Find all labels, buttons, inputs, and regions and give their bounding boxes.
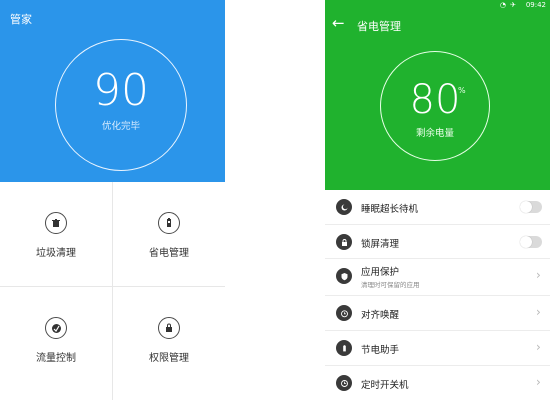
list-item-sleep-standby[interactable]	[325, 190, 550, 224]
row-title: 锁屏清理	[361, 239, 400, 250]
chevron-right-icon: ›	[536, 305, 541, 319]
timer-power-icon	[336, 375, 352, 391]
sleep-icon	[336, 199, 352, 215]
status-time: 09:42	[525, 1, 546, 9]
tile-label: 垃圾清理	[36, 248, 76, 259]
tile-label: 省电管理	[149, 248, 189, 259]
score-label: 优化完毕	[101, 121, 140, 132]
row-title: 节电助手	[361, 345, 400, 356]
back-arrow-icon[interactable]: ←	[332, 14, 345, 32]
trash-icon	[45, 212, 67, 234]
battery-value: 80	[409, 77, 461, 123]
airplane-icon: ✈	[510, 1, 516, 9]
tile-traffic-control[interactable]	[0, 287, 112, 400]
wifi-icon: ◔	[499, 1, 506, 9]
traffic-icon	[45, 317, 67, 339]
row-title: 应用保护	[361, 267, 400, 278]
list-item-app-protection[interactable]	[325, 259, 550, 295]
left-title: 管家	[10, 13, 32, 26]
tile-permission-management[interactable]	[113, 287, 225, 400]
battery-unit: %	[458, 86, 466, 95]
score-value: 90	[93, 65, 149, 116]
lock-clean-icon	[336, 234, 352, 250]
power-saver-icon	[336, 340, 352, 356]
toggle-knob	[520, 236, 532, 248]
toggle-knob	[520, 201, 532, 213]
chevron-right-icon: ›	[536, 340, 541, 354]
tile-label: 流量控制	[36, 353, 76, 364]
row-title: 对齐唤醒	[361, 310, 400, 321]
list-item-scheduled-power[interactable]	[325, 366, 550, 400]
row-title: 睡眠超长待机	[361, 204, 419, 215]
chevron-right-icon: ›	[536, 268, 541, 282]
tile-label: 权限管理	[149, 353, 189, 364]
right-status-bar: 09:42 ✈ ◔	[325, 0, 550, 12]
battery-icon	[158, 212, 180, 234]
shield-icon	[336, 268, 352, 284]
page-title: 省电管理	[357, 20, 401, 33]
battery-label: 剩余电量	[415, 128, 454, 139]
alarm-icon	[336, 305, 352, 321]
list-item-aligned-wakeup[interactable]	[325, 296, 550, 330]
list-item-power-saver[interactable]	[325, 331, 550, 365]
tile-trash-cleanup[interactable]	[0, 182, 112, 286]
tile-power-management[interactable]	[113, 182, 225, 286]
row-subtitle: 清理时可保留的应用	[361, 281, 420, 289]
chevron-right-icon: ›	[536, 375, 541, 389]
row-title: 定时开关机	[361, 380, 409, 391]
left-status-bar	[0, 0, 225, 6]
lock-icon	[158, 317, 180, 339]
list-item-lockscreen-cleanup[interactable]	[325, 225, 550, 259]
